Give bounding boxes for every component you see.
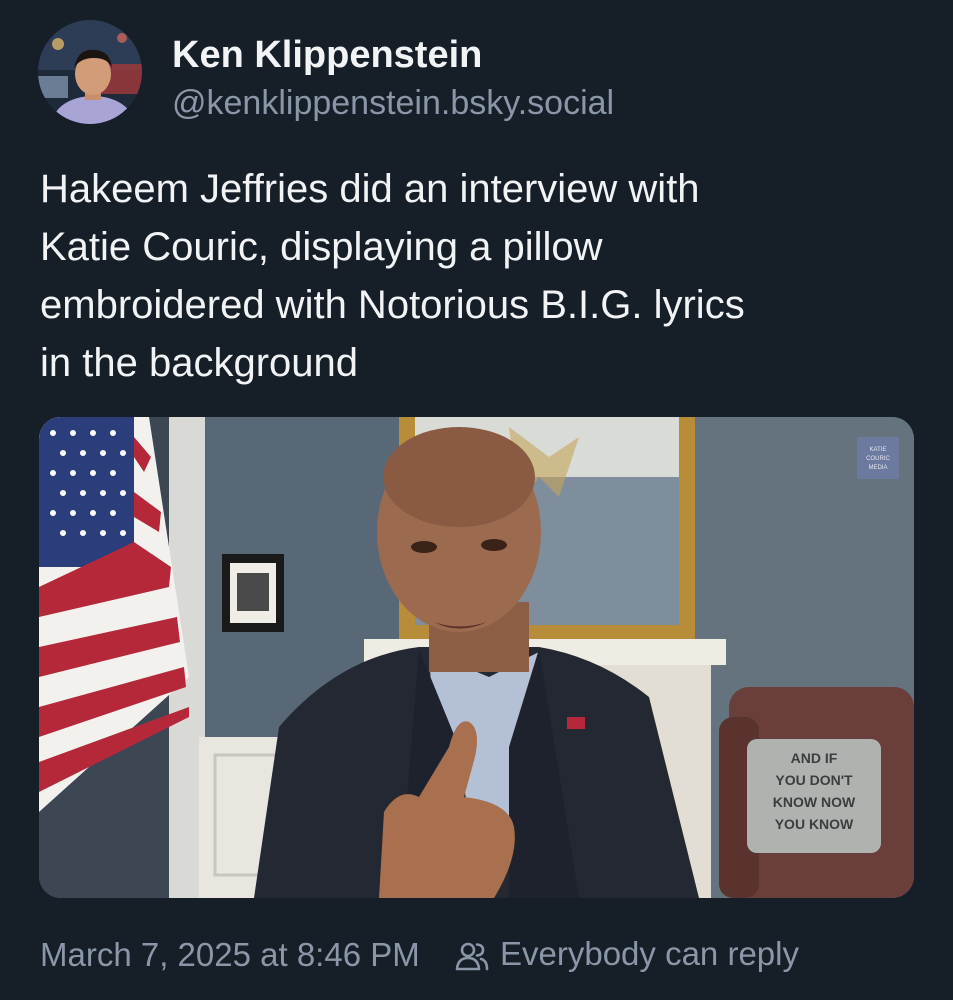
author-name[interactable]: Ken Klippenstein — [172, 34, 482, 77]
pillow-line: YOU KNOW — [775, 816, 854, 832]
post-text: Hakeem Jeffries did an interview with Ka… — [40, 167, 745, 385]
reply-setting[interactable]: Everybody can reply — [454, 932, 799, 982]
post-timestamp[interactable]: March 7, 2025 at 8:46 PM — [40, 936, 420, 974]
watermark-line: MEDIA — [868, 465, 887, 471]
pillow-line: AND IF — [791, 750, 838, 766]
post-footer: March 7, 2025 at 8:46 PM Everybody can r… — [40, 932, 940, 982]
pillow-line: KNOW NOW — [773, 794, 856, 810]
post-header: Ken Klippenstein @kenklippenstein.bsky.s… — [38, 20, 918, 124]
pillow-line: YOU DON'T — [775, 772, 853, 788]
reply-setting-label: Everybody can reply — [500, 935, 799, 972]
watermark-line: COURIC — [866, 456, 890, 462]
post-video-thumbnail[interactable]: AND IF YOU DON'T KNOW NOW YOU KNOW KATIE… — [39, 417, 914, 898]
watermark-line: KATIE — [870, 447, 887, 453]
people-icon — [455, 942, 489, 971]
author-handle[interactable]: @kenklippenstein.bsky.social — [172, 84, 614, 123]
author-avatar[interactable] — [38, 20, 142, 124]
